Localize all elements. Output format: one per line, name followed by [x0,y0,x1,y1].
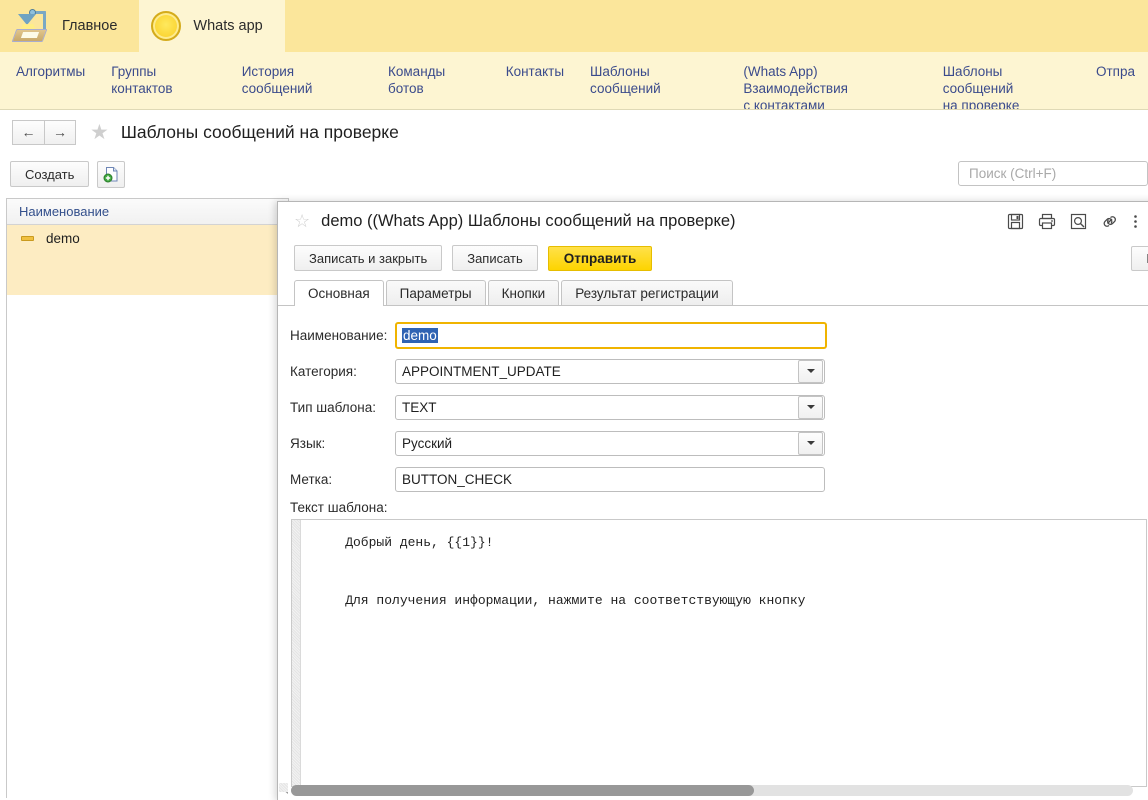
save-icon[interactable] [1007,213,1024,230]
create-button[interactable]: Создать [10,161,90,187]
chevron-down-icon[interactable] [798,431,823,455]
section-tab-whatsapp[interactable]: Whats app [139,0,285,52]
section-tab-whatsapp-label: Whats app [193,18,263,34]
yazyk-value: Русский [402,435,453,451]
forward-button[interactable]: → [44,119,76,145]
naimenovanie-input[interactable]: demo [395,321,827,349]
tip-shablona-select[interactable]: TEXT [395,394,825,420]
tab-rezultat-registracii[interactable]: Результат регистрации [561,280,733,305]
print-icon[interactable] [1038,213,1056,230]
templates-list: Наименование demo [6,198,289,798]
save-and-close-button[interactable]: Записать и закрыть [294,245,443,271]
naimenovanie-value: demo [402,327,438,343]
dialog-form: Наименование: demo Категория: APPOINTMEN… [278,306,1148,787]
field-row-kategoriya: Категория: APPOINTMENT_UPDATE [290,356,1148,386]
horizontal-scrollbar[interactable] [279,783,1133,797]
dialog-favorite-star-icon[interactable]: ☆ [294,212,310,230]
search-box[interactable] [958,161,1148,186]
navigation-panel: Алгоритмы Группы контактов История сообщ… [0,52,1148,110]
new-document-icon[interactable] [97,160,126,188]
label-naimenovanie: Наименование: [290,327,388,343]
nav-item-shablony-soobshcheniy[interactable]: Шаблоны сообщений [577,63,730,97]
dialog-command-bar: Записать и закрыть Записать Отправить Е [278,240,1148,276]
tab-parametry[interactable]: Параметры [385,280,486,305]
section-tab-main-label: Главное [62,18,118,34]
label-tekst-shablona: Текст шаблона: [290,500,388,515]
nav-item-otpravlennye[interactable]: Отпра [1083,63,1148,80]
desk-lamp-icon [11,9,50,43]
field-row-tip-shablona: Тип шаблона: TEXT [290,392,1148,422]
kategoriya-value: APPOINTMENT_UPDATE [402,363,561,379]
tab-osnovnaya[interactable]: Основная [294,280,384,306]
page-title-row: ← → ★ Шаблоны сообщений на проверке [0,110,1148,154]
back-button[interactable]: ← [12,119,44,145]
more-button[interactable]: Е [1131,246,1148,271]
coin-icon [151,11,182,41]
nav-item-shablony-na-proverke[interactable]: Шаблоны сообщений на проверке [930,63,1083,109]
record-marker-icon [21,236,34,241]
label-tip-shablona: Тип шаблона: [290,399,376,415]
template-edit-dialog: ☆ demo ((Whats App) Шаблоны сообщений на… [277,201,1148,800]
link-icon[interactable] [1101,213,1119,230]
nav-item-gruppy-kontaktov[interactable]: Группы контактов [98,63,228,97]
nav-item-istoriya-soobshcheniy[interactable]: История сообщений [229,63,375,97]
more-menu-icon[interactable] [1133,213,1138,230]
section-tab-bar: Главное Whats app [0,0,1148,52]
dialog-tabs: Основная Параметры Кнопки Результат реги… [278,278,1148,306]
field-row-naimenovanie: Наименование: demo [290,320,1148,350]
yazyk-select[interactable]: Русский [395,430,825,456]
table-row[interactable]: demo [7,225,288,252]
label-kategoriya: Категория: [290,363,357,379]
history-nav-buttons: ← → [12,119,76,145]
field-row-yazyk: Язык: Русский [290,428,1148,458]
scrollbar-track[interactable] [291,784,1133,796]
list-column-header-name[interactable]: Наименование [7,199,288,225]
metka-input[interactable]: BUTTON_CHECK [395,466,825,492]
nav-item-kontakty[interactable]: Контакты [493,63,577,80]
nav-item-algoritmy[interactable]: Алгоритмы [0,63,98,80]
template-text-value: Добрый день, {{1}}! Для получения информ… [345,535,806,608]
tab-knopki[interactable]: Кнопки [487,280,560,305]
list-body: demo [7,225,288,295]
nav-item-vzaimodeystviya-s-kontaktami[interactable]: (Whats App) Взаимодействия с контактами [730,63,929,109]
section-tab-main[interactable]: Главное [0,0,139,52]
dialog-title: demo ((Whats App) Шаблоны сообщений на п… [321,211,736,230]
list-item-label: demo [46,231,80,246]
label-metka: Метка: [290,471,333,487]
dialog-titlebar: ☆ demo ((Whats App) Шаблоны сообщений на… [278,202,1148,240]
save-button[interactable]: Записать [452,245,538,271]
scrollbar-thumb[interactable] [291,784,755,796]
nav-item-komandy-botov[interactable]: Команды ботов [375,63,493,97]
page-title: Шаблоны сообщений на проверке [120,121,399,142]
textarea-gutter [292,520,301,786]
tip-shablona-value: TEXT [402,399,437,415]
kategoriya-select[interactable]: APPOINTMENT_UPDATE [395,358,825,384]
favorite-star-icon[interactable]: ★ [90,122,109,143]
chevron-down-icon[interactable] [798,359,823,383]
application-window: Главное Whats app Алгоритмы Группы конта… [0,0,1148,800]
field-row-metka: Метка: BUTTON_CHECK [290,464,1148,494]
send-button[interactable]: Отправить [547,245,653,271]
search-input[interactable] [967,165,1139,182]
template-text-area[interactable]: Добрый день, {{1}}! Для получения информ… [291,519,1147,787]
chevron-down-icon[interactable] [798,395,823,419]
metka-value: BUTTON_CHECK [402,471,513,487]
label-yazyk: Язык: [290,435,326,451]
print-preview-icon[interactable] [1070,213,1087,230]
dialog-title-icons [1007,213,1142,230]
